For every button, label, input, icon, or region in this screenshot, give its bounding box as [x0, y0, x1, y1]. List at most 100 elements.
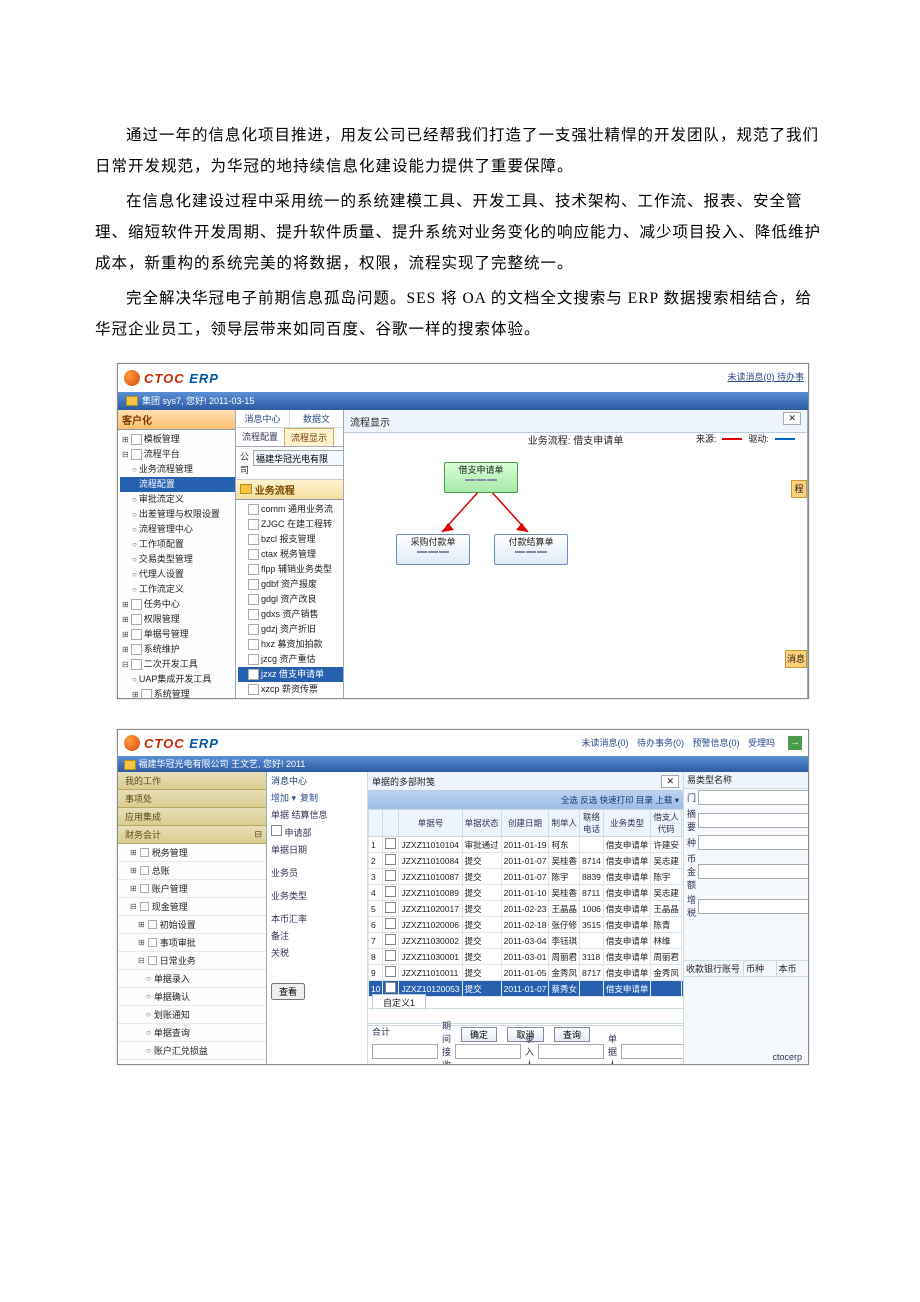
tree-item[interactable]: ○代理人设置 — [120, 567, 235, 582]
filter-input[interactable] — [698, 835, 808, 850]
query-button[interactable]: 查看 — [271, 983, 305, 1000]
table-row[interactable]: 6JZXZ11020006提交2011-02-18张仔修3515借支申请单陈青产… — [369, 917, 684, 933]
grid-header-cell[interactable]: 单据状态 — [462, 810, 501, 837]
tree-item[interactable]: ○出差管理与权限设置 — [120, 507, 235, 522]
flow-list-item[interactable]: xznz 年终奖计提 — [238, 697, 343, 698]
tree-item[interactable]: ○审批流定义 — [120, 492, 235, 507]
flow-list-item[interactable]: comm 通用业务流 — [238, 502, 343, 517]
grid-tab-title[interactable]: 单据的多部附笺 — [372, 775, 435, 788]
filter-input[interactable] — [698, 899, 808, 914]
tree-item[interactable]: ⊞任务中心 — [120, 597, 235, 612]
search-button[interactable]: 查询 — [554, 1027, 590, 1042]
nav-item[interactable]: ○账户汇兑损益 — [118, 1042, 266, 1060]
flow-list-item[interactable]: ctax 税务管理 — [238, 547, 343, 562]
ok-button[interactable]: 确定 — [461, 1027, 497, 1042]
side-badge-1[interactable]: 程 — [791, 480, 807, 498]
tree-item[interactable]: ⊟二次开发工具 — [120, 657, 235, 672]
nav-item[interactable]: ⊟现金管理 — [118, 898, 266, 916]
tree-item[interactable]: ⊞模板管理 — [120, 432, 235, 447]
tab-data[interactable]: 数据文 — [289, 410, 343, 427]
tree-item[interactable]: ○工作流定义 — [120, 582, 235, 597]
filter-input[interactable] — [698, 813, 808, 828]
nav-item[interactable]: ○单据确认 — [118, 988, 266, 1006]
company-input[interactable] — [253, 450, 344, 466]
close-icon[interactable]: ✕ — [783, 412, 801, 425]
table-row[interactable]: 9JZXZ11010011提交2011-01-05金秀凤8717借支申请单金秀凤… — [369, 965, 684, 981]
flow-list-item[interactable]: flpp 辅销业务类型 — [238, 562, 343, 577]
add-dropdown[interactable]: 增加 ▾ — [271, 791, 296, 804]
nav-item[interactable]: ○单据录入 — [118, 970, 266, 988]
nav-item[interactable]: ⊞账户管理 — [118, 880, 266, 898]
nav-item[interactable]: ⊞事项审批 — [118, 934, 266, 952]
grid-header-cell[interactable]: 制单人 — [549, 810, 580, 837]
flow-list-item[interactable]: bzcl 报支管理 — [238, 532, 343, 547]
tab-msg-center[interactable]: 消息中心 — [236, 410, 289, 427]
flow-list-item[interactable]: jzxz 借支申请单 — [238, 667, 343, 682]
grid-header-cell[interactable]: 单据号 — [399, 810, 462, 837]
foot-input-2[interactable] — [455, 1044, 521, 1059]
grid-header-cell[interactable]: 借支人代码 — [651, 810, 682, 837]
foot-input-3[interactable] — [538, 1044, 604, 1059]
foot-input-4[interactable] — [621, 1044, 683, 1059]
grid-header-cell[interactable]: 联络电话 — [579, 810, 603, 837]
flow-list-item[interactable]: xzcp 薪资传票 — [238, 682, 343, 697]
flow-tab-label[interactable]: 流程显示 — [350, 414, 390, 429]
table-row[interactable]: 4JZXZ11010089提交2011-01-10吴桂香8711借支申请单吴志建… — [369, 885, 684, 901]
nav-item[interactable]: ⊞税务管理 — [118, 844, 266, 862]
side-badge-2[interactable]: 消息 — [785, 650, 807, 668]
nav-item[interactable]: ○划账通知 — [118, 1006, 266, 1024]
tree-item[interactable]: ⊞系统维护 — [120, 642, 235, 657]
tree-item[interactable]: ○业务流程管理 — [120, 462, 235, 477]
table-row[interactable]: 2JZXZ11010084提交2011-01-07吴桂香8714借支申请单吴志建… — [369, 853, 684, 869]
nav-item[interactable]: ⊞总账 — [118, 862, 266, 880]
table-row[interactable]: 1JZXZ11010104审批通过2011-01-19柯东借支申请单许建安产线 — [369, 837, 684, 853]
copy-link[interactable]: 复制 — [300, 791, 318, 804]
grid-toolbar[interactable]: 全选 反选 快速打印 目录 上载 ▾ — [368, 791, 683, 809]
nav-item[interactable]: ○单据查询 — [118, 1024, 266, 1042]
table-row[interactable]: 3JZXZ11010087提交2011-01-07陈宇8839借支申请单陈宇人事 — [369, 869, 684, 885]
flow-list-item[interactable]: gdxs 资产销售 — [238, 607, 343, 622]
foot-input-1[interactable] — [372, 1044, 438, 1059]
flow-list-item[interactable]: ZJGC 在建工程转 — [238, 517, 343, 532]
table-row[interactable]: 7JZXZ11030002提交2011-03-04李钰琪借支申请单林维产线 — [369, 933, 684, 949]
nav-section-header[interactable]: 财务会计⊟ — [118, 826, 266, 844]
table-row[interactable]: 8JZXZ11030001提交2011-03-01周丽君3118借支申请单周丽君… — [369, 949, 684, 965]
tree-item[interactable]: ○UAP集成开发工具 — [120, 672, 235, 687]
close-icon[interactable]: ✕ — [661, 775, 679, 788]
top-links[interactable]: 未读消息(0) 待办事 — [727, 370, 804, 383]
tree-item[interactable]: ○流程管理中心 — [120, 522, 235, 537]
grid-header-cell[interactable]: 创建日期 — [501, 810, 549, 837]
nav-item[interactable]: ⊟日常业务 — [118, 952, 266, 970]
flow-node-jiezhi[interactable]: 借支申请单 — [444, 462, 518, 493]
top-links[interactable]: 未读消息(0) 待办事务(0) 预警信息(0) 受理吗 — [578, 736, 778, 749]
nav-section-header[interactable]: 应用集成 — [118, 808, 266, 826]
filter-input[interactable] — [698, 790, 808, 805]
tab-msg-center[interactable]: 消息中心 — [267, 772, 367, 789]
tab-flow-display[interactable]: 流程显示 — [284, 428, 334, 446]
tab-flow-config[interactable]: 流程配置 — [236, 428, 284, 446]
grid-header-cell[interactable] — [681, 810, 683, 837]
table-row[interactable]: 5JZXZ11020017提交2011-02-23王晶晶1006借支申请单王晶晶… — [369, 901, 684, 917]
nav-section-header[interactable]: 我的工作 — [118, 772, 266, 790]
tree-item[interactable]: ○流程配置 — [120, 477, 235, 492]
grid-header-cell[interactable] — [383, 810, 399, 837]
flow-list-item[interactable]: gdgl 资产改良 — [238, 592, 343, 607]
nav-section-header[interactable]: 事项处 — [118, 790, 266, 808]
panel-header-customization[interactable]: 客户化 — [118, 410, 235, 430]
tree-item[interactable]: ⊞系统管理 — [120, 687, 235, 698]
bizflow-header[interactable]: 业务流程 — [236, 480, 343, 500]
grid-header-cell[interactable] — [369, 810, 383, 837]
nav-item[interactable]: ⊞初始设置 — [118, 916, 266, 934]
flow-list-item[interactable]: gdzj 资产折旧 — [238, 622, 343, 637]
tree-item[interactable]: ⊟流程平台 — [120, 447, 235, 462]
flow-list-item[interactable]: gdbf 资产报废 — [238, 577, 343, 592]
flow-list-item[interactable]: hxz 募资加拍款 — [238, 637, 343, 652]
grid-header-cell[interactable]: 业务类型 — [603, 810, 651, 837]
arrow-right-icon[interactable]: → — [788, 736, 802, 750]
nav-item[interactable]: ○收款结算单 — [118, 1060, 266, 1064]
tree-item[interactable]: ○工作项配置 — [120, 537, 235, 552]
tree-item[interactable]: ⊞权限管理 — [120, 612, 235, 627]
data-grid[interactable]: 单据号单据状态创建日期制单人联络电话业务类型借支人代码1JZXZ11010104… — [368, 809, 683, 997]
tree-item[interactable]: ⊞单据号管理 — [120, 627, 235, 642]
filter-input[interactable] — [698, 864, 808, 879]
